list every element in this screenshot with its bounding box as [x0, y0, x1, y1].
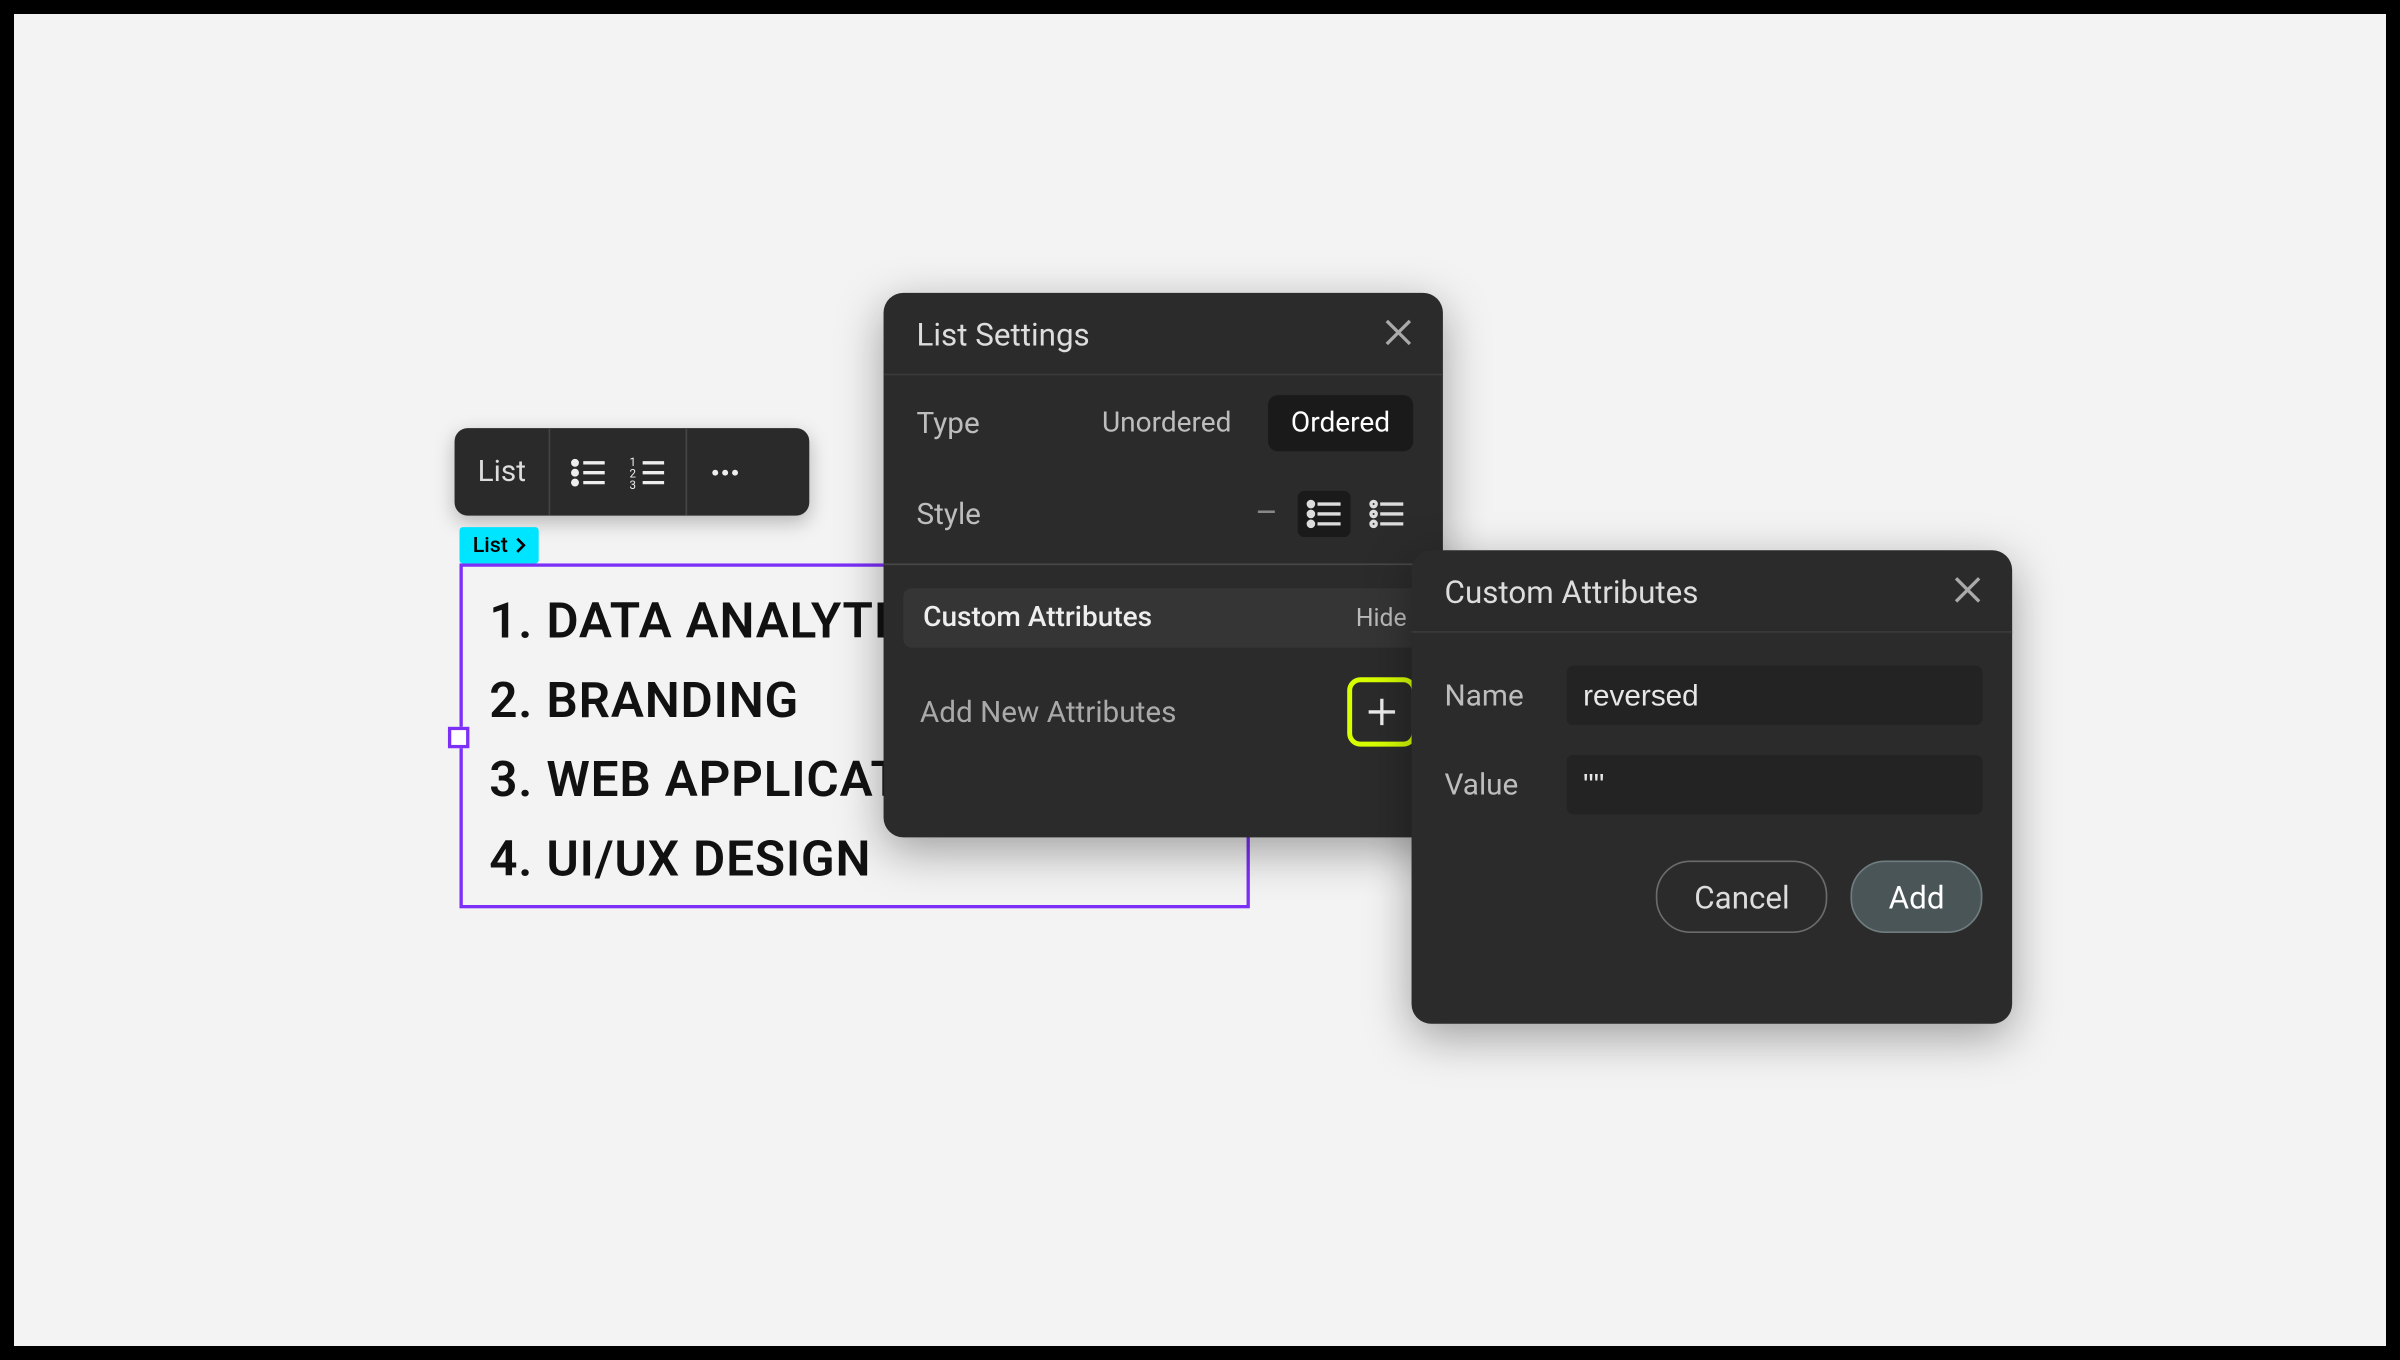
- style-none-option[interactable]: –: [1245, 494, 1288, 534]
- more-icon[interactable]: [704, 450, 747, 493]
- element-tag-badge[interactable]: List: [460, 527, 540, 563]
- list-toolbar: List 123: [455, 428, 810, 515]
- hide-toggle[interactable]: Hide: [1356, 603, 1407, 633]
- add-attribute-button[interactable]: [1347, 677, 1416, 746]
- chevron-right-icon: [513, 537, 530, 554]
- toolbar-type-label[interactable]: List: [455, 428, 551, 515]
- type-ordered-option[interactable]: Ordered: [1268, 395, 1413, 451]
- custom-attributes-title: Custom Attributes: [923, 601, 1152, 634]
- type-segmented-control: Unordered Ordered: [1079, 395, 1413, 451]
- list-settings-panel: List Settings Type Unordered Ordered Sty…: [884, 293, 1443, 838]
- style-options: –: [1245, 491, 1413, 537]
- type-label: Type: [917, 406, 980, 441]
- attr-value-input[interactable]: [1567, 755, 1983, 814]
- dialog-title: Custom Attributes: [1445, 573, 1699, 611]
- attr-name-input[interactable]: [1567, 666, 1983, 725]
- cancel-button[interactable]: Cancel: [1656, 860, 1827, 933]
- attr-name-label: Name: [1445, 678, 1544, 713]
- type-unordered-option[interactable]: Unordered: [1079, 395, 1255, 451]
- style-label: Style: [917, 497, 981, 532]
- style-outline-option[interactable]: [1360, 491, 1413, 537]
- ordered-list-icon[interactable]: 123: [627, 450, 670, 493]
- close-icon[interactable]: [1384, 317, 1414, 353]
- unordered-list-icon[interactable]: [567, 450, 610, 493]
- panel-title: List Settings: [917, 316, 1090, 354]
- attr-value-label: Value: [1445, 767, 1544, 802]
- close-icon[interactable]: [1953, 574, 1983, 610]
- custom-attribute-dialog: Custom Attributes Name Value Cancel Add: [1412, 550, 2013, 1024]
- svg-text:3: 3: [630, 477, 637, 491]
- custom-attributes-header: Custom Attributes Hide: [903, 588, 1423, 647]
- resize-handle-left[interactable]: [448, 727, 469, 748]
- style-bullets-option[interactable]: [1298, 491, 1351, 537]
- add-attribute-label: Add New Attributes: [920, 695, 1177, 730]
- element-tag-label: List: [473, 533, 508, 558]
- add-button[interactable]: Add: [1851, 860, 1983, 933]
